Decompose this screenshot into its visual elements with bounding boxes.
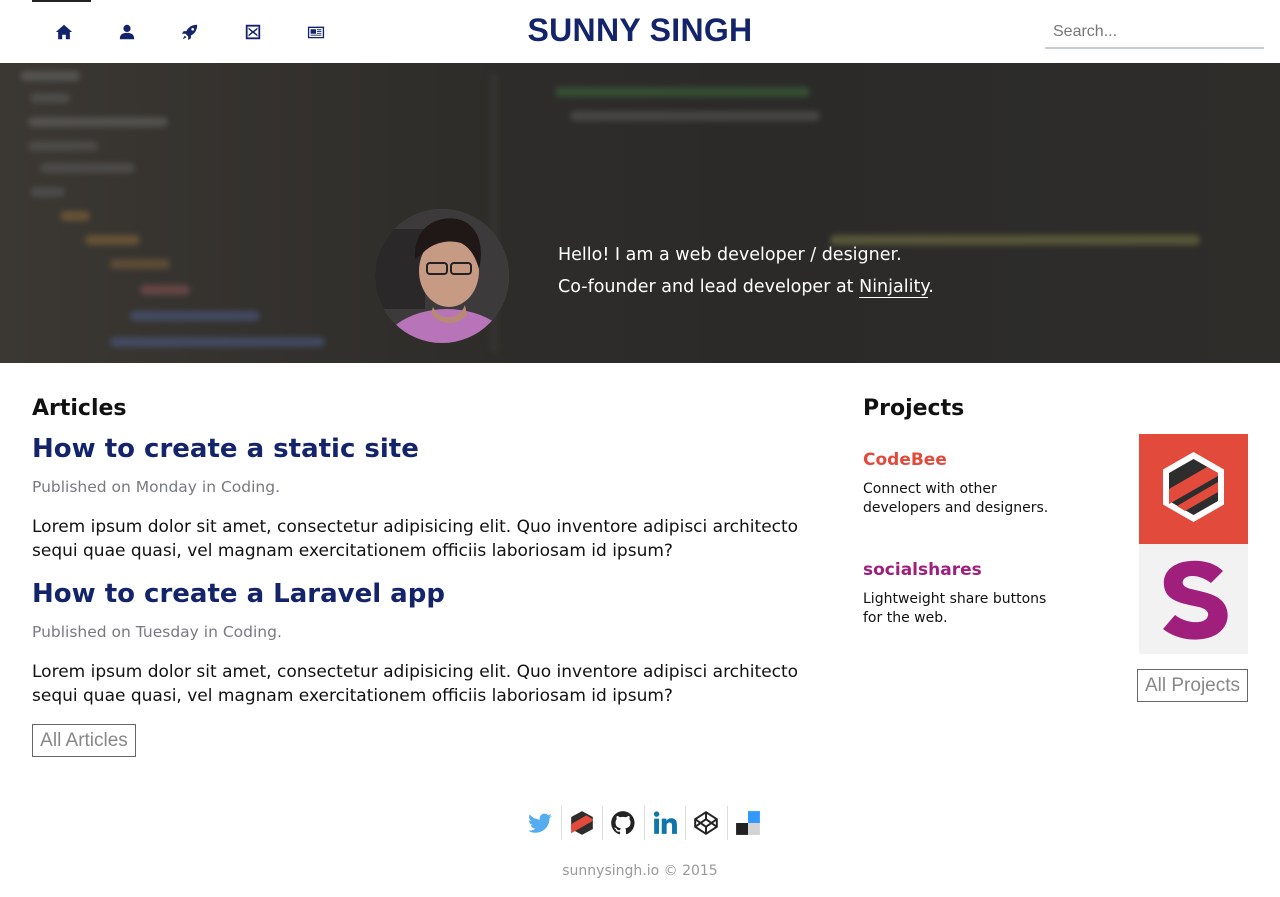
hero-line-2-prefix: Co-founder and lead developer at xyxy=(558,277,860,297)
socialshares-logo[interactable] xyxy=(1139,544,1248,654)
avatar xyxy=(375,209,509,343)
article-meta: Published on Tuesday in Coding. xyxy=(32,623,282,641)
delicious-icon xyxy=(736,811,761,835)
socialshares-s-icon xyxy=(1163,560,1228,640)
nav-contact[interactable] xyxy=(221,0,284,63)
article-title[interactable]: How to create a Laravel app xyxy=(32,579,445,609)
codebee-logo[interactable] xyxy=(1139,434,1248,544)
social-links xyxy=(520,806,769,840)
nav-about[interactable] xyxy=(95,0,158,63)
github-icon xyxy=(611,811,635,835)
twitter-link[interactable] xyxy=(520,806,562,840)
user-icon xyxy=(119,24,134,39)
box-icon xyxy=(245,24,260,39)
projects-heading: Projects xyxy=(863,396,965,421)
hero-banner: Hello! I am a web developer / designer. … xyxy=(0,63,1280,363)
project-name-codebee[interactable]: CodeBee xyxy=(863,450,947,470)
ninjality-link[interactable]: Ninjality xyxy=(859,277,929,298)
all-projects-button[interactable]: All Projects xyxy=(1137,669,1248,702)
codebee-link[interactable] xyxy=(562,806,603,840)
nav-projects[interactable] xyxy=(158,0,221,63)
nav-home[interactable] xyxy=(32,0,95,63)
copyright: sunnysingh.io © 2015 xyxy=(562,863,718,879)
linkedin-link[interactable] xyxy=(645,806,686,840)
rocket-icon xyxy=(181,24,197,40)
project-name-socialshares[interactable]: socialshares xyxy=(863,560,982,580)
article-meta: Published on Monday in Coding. xyxy=(32,478,280,496)
articles-heading: Articles xyxy=(32,396,127,421)
newspaper-icon xyxy=(307,26,324,38)
codepen-icon xyxy=(694,811,719,835)
hero-line-2-suffix: . xyxy=(928,277,934,297)
hero-intro: Hello! I am a web developer / designer. … xyxy=(558,239,934,303)
project-desc-socialshares: Lightweight share buttons for the web. xyxy=(863,591,1047,626)
project-desc-codebee: Connect with other developers and design… xyxy=(863,481,1049,516)
avatar-photo xyxy=(375,209,509,343)
home-icon xyxy=(55,24,72,39)
article-title[interactable]: How to create a static site xyxy=(32,434,419,464)
site-header: SUNNY SINGH xyxy=(0,0,1280,63)
linkedin-icon xyxy=(653,811,677,834)
main-nav xyxy=(32,0,347,63)
github-link[interactable] xyxy=(603,806,645,840)
codebee-icon xyxy=(570,811,593,835)
delicious-link[interactable] xyxy=(728,806,770,840)
hero-line-1: Hello! I am a web developer / designer. xyxy=(558,245,902,265)
article-excerpt: Lorem ipsum dolor sit amet, consectetur … xyxy=(32,662,799,706)
search-input[interactable] xyxy=(1045,16,1264,49)
nav-articles[interactable] xyxy=(284,0,347,63)
all-articles-button[interactable]: All Articles xyxy=(32,724,136,757)
twitter-icon xyxy=(528,813,553,833)
hero-line-2: Co-founder and lead developer at Ninjali… xyxy=(558,271,934,303)
codebee-hexagon-icon xyxy=(1163,452,1224,522)
article-excerpt: Lorem ipsum dolor sit amet, consectetur … xyxy=(32,517,799,561)
codepen-link[interactable] xyxy=(686,806,728,840)
